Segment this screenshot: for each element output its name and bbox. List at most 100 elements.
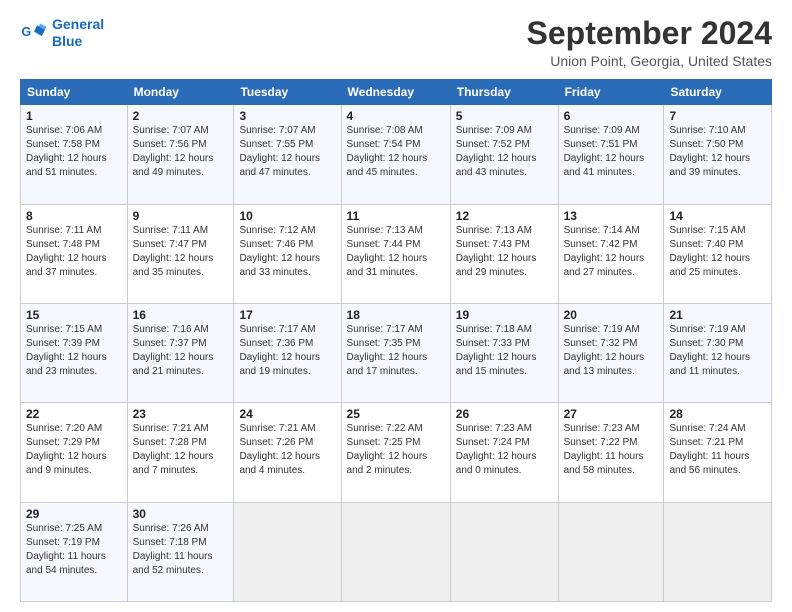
calendar-cell: 13 Sunrise: 7:14 AM Sunset: 7:42 PM Dayl… bbox=[558, 204, 664, 303]
calendar-cell: 8 Sunrise: 7:11 AM Sunset: 7:48 PM Dayli… bbox=[21, 204, 128, 303]
day-number: 28 bbox=[669, 407, 766, 421]
calendar-cell: 18 Sunrise: 7:17 AM Sunset: 7:35 PM Dayl… bbox=[341, 303, 450, 402]
day-number: 21 bbox=[669, 308, 766, 322]
day-number: 5 bbox=[456, 109, 553, 123]
day-info: Sunrise: 7:17 AM Sunset: 7:35 PM Dayligh… bbox=[347, 323, 445, 379]
day-number: 11 bbox=[347, 209, 445, 223]
calendar-cell: 15 Sunrise: 7:15 AM Sunset: 7:39 PM Dayl… bbox=[21, 303, 128, 402]
day-info: Sunrise: 7:20 AM Sunset: 7:29 PM Dayligh… bbox=[26, 422, 122, 478]
day-info: Sunrise: 7:25 AM Sunset: 7:19 PM Dayligh… bbox=[26, 522, 122, 578]
calendar-cell: 16 Sunrise: 7:16 AM Sunset: 7:37 PM Dayl… bbox=[127, 303, 234, 402]
day-info: Sunrise: 7:23 AM Sunset: 7:24 PM Dayligh… bbox=[456, 422, 553, 478]
logo-line2: Blue bbox=[52, 33, 82, 49]
col-friday: Friday bbox=[558, 80, 664, 105]
day-number: 22 bbox=[26, 407, 122, 421]
day-number: 20 bbox=[564, 308, 659, 322]
logo-icon: G bbox=[20, 19, 48, 47]
day-number: 29 bbox=[26, 507, 122, 521]
day-info: Sunrise: 7:21 AM Sunset: 7:26 PM Dayligh… bbox=[239, 422, 335, 478]
col-sunday: Sunday bbox=[21, 80, 128, 105]
calendar-cell: 23 Sunrise: 7:21 AM Sunset: 7:28 PM Dayl… bbox=[127, 403, 234, 502]
week-row-5: 29 Sunrise: 7:25 AM Sunset: 7:19 PM Dayl… bbox=[21, 502, 772, 601]
day-number: 25 bbox=[347, 407, 445, 421]
calendar-cell: 17 Sunrise: 7:17 AM Sunset: 7:36 PM Dayl… bbox=[234, 303, 341, 402]
day-number: 19 bbox=[456, 308, 553, 322]
day-info: Sunrise: 7:23 AM Sunset: 7:22 PM Dayligh… bbox=[564, 422, 659, 478]
day-info: Sunrise: 7:26 AM Sunset: 7:18 PM Dayligh… bbox=[133, 522, 229, 578]
day-info: Sunrise: 7:13 AM Sunset: 7:43 PM Dayligh… bbox=[456, 224, 553, 280]
day-number: 24 bbox=[239, 407, 335, 421]
day-info: Sunrise: 7:15 AM Sunset: 7:39 PM Dayligh… bbox=[26, 323, 122, 379]
calendar-cell bbox=[450, 502, 558, 601]
day-info: Sunrise: 7:24 AM Sunset: 7:21 PM Dayligh… bbox=[669, 422, 766, 478]
calendar-cell: 3 Sunrise: 7:07 AM Sunset: 7:55 PM Dayli… bbox=[234, 105, 341, 204]
calendar-header-row: Sunday Monday Tuesday Wednesday Thursday… bbox=[21, 80, 772, 105]
week-row-3: 15 Sunrise: 7:15 AM Sunset: 7:39 PM Dayl… bbox=[21, 303, 772, 402]
day-info: Sunrise: 7:22 AM Sunset: 7:25 PM Dayligh… bbox=[347, 422, 445, 478]
day-info: Sunrise: 7:08 AM Sunset: 7:54 PM Dayligh… bbox=[347, 124, 445, 180]
svg-text:G: G bbox=[22, 25, 32, 39]
calendar-cell: 30 Sunrise: 7:26 AM Sunset: 7:18 PM Dayl… bbox=[127, 502, 234, 601]
day-number: 14 bbox=[669, 209, 766, 223]
day-number: 4 bbox=[347, 109, 445, 123]
day-number: 17 bbox=[239, 308, 335, 322]
day-info: Sunrise: 7:10 AM Sunset: 7:50 PM Dayligh… bbox=[669, 124, 766, 180]
calendar-cell: 24 Sunrise: 7:21 AM Sunset: 7:26 PM Dayl… bbox=[234, 403, 341, 502]
calendar-cell: 27 Sunrise: 7:23 AM Sunset: 7:22 PM Dayl… bbox=[558, 403, 664, 502]
calendar-cell: 7 Sunrise: 7:10 AM Sunset: 7:50 PM Dayli… bbox=[664, 105, 772, 204]
day-number: 26 bbox=[456, 407, 553, 421]
day-info: Sunrise: 7:13 AM Sunset: 7:44 PM Dayligh… bbox=[347, 224, 445, 280]
calendar-cell: 20 Sunrise: 7:19 AM Sunset: 7:32 PM Dayl… bbox=[558, 303, 664, 402]
calendar-cell: 29 Sunrise: 7:25 AM Sunset: 7:19 PM Dayl… bbox=[21, 502, 128, 601]
calendar-cell: 9 Sunrise: 7:11 AM Sunset: 7:47 PM Dayli… bbox=[127, 204, 234, 303]
week-row-1: 1 Sunrise: 7:06 AM Sunset: 7:58 PM Dayli… bbox=[21, 105, 772, 204]
day-info: Sunrise: 7:19 AM Sunset: 7:32 PM Dayligh… bbox=[564, 323, 659, 379]
day-info: Sunrise: 7:06 AM Sunset: 7:58 PM Dayligh… bbox=[26, 124, 122, 180]
calendar-cell: 22 Sunrise: 7:20 AM Sunset: 7:29 PM Dayl… bbox=[21, 403, 128, 502]
day-number: 10 bbox=[239, 209, 335, 223]
day-info: Sunrise: 7:17 AM Sunset: 7:36 PM Dayligh… bbox=[239, 323, 335, 379]
day-number: 8 bbox=[26, 209, 122, 223]
day-number: 3 bbox=[239, 109, 335, 123]
header: G General Blue September 2024 Union Poin… bbox=[20, 16, 772, 69]
col-wednesday: Wednesday bbox=[341, 80, 450, 105]
calendar-cell: 1 Sunrise: 7:06 AM Sunset: 7:58 PM Dayli… bbox=[21, 105, 128, 204]
calendar-cell bbox=[234, 502, 341, 601]
logo: G General Blue bbox=[20, 16, 104, 50]
day-info: Sunrise: 7:15 AM Sunset: 7:40 PM Dayligh… bbox=[669, 224, 766, 280]
calendar-cell: 12 Sunrise: 7:13 AM Sunset: 7:43 PM Dayl… bbox=[450, 204, 558, 303]
day-info: Sunrise: 7:19 AM Sunset: 7:30 PM Dayligh… bbox=[669, 323, 766, 379]
day-number: 30 bbox=[133, 507, 229, 521]
day-number: 9 bbox=[133, 209, 229, 223]
col-thursday: Thursday bbox=[450, 80, 558, 105]
day-info: Sunrise: 7:16 AM Sunset: 7:37 PM Dayligh… bbox=[133, 323, 229, 379]
calendar-cell bbox=[664, 502, 772, 601]
calendar-cell: 19 Sunrise: 7:18 AM Sunset: 7:33 PM Dayl… bbox=[450, 303, 558, 402]
calendar-cell: 28 Sunrise: 7:24 AM Sunset: 7:21 PM Dayl… bbox=[664, 403, 772, 502]
col-saturday: Saturday bbox=[664, 80, 772, 105]
calendar-cell: 14 Sunrise: 7:15 AM Sunset: 7:40 PM Dayl… bbox=[664, 204, 772, 303]
page: G General Blue September 2024 Union Poin… bbox=[0, 0, 792, 612]
calendar-cell: 2 Sunrise: 7:07 AM Sunset: 7:56 PM Dayli… bbox=[127, 105, 234, 204]
calendar-cell: 26 Sunrise: 7:23 AM Sunset: 7:24 PM Dayl… bbox=[450, 403, 558, 502]
calendar-cell: 21 Sunrise: 7:19 AM Sunset: 7:30 PM Dayl… bbox=[664, 303, 772, 402]
day-info: Sunrise: 7:18 AM Sunset: 7:33 PM Dayligh… bbox=[456, 323, 553, 379]
day-number: 2 bbox=[133, 109, 229, 123]
title-area: September 2024 Union Point, Georgia, Uni… bbox=[527, 16, 772, 69]
day-info: Sunrise: 7:09 AM Sunset: 7:51 PM Dayligh… bbox=[564, 124, 659, 180]
day-info: Sunrise: 7:11 AM Sunset: 7:48 PM Dayligh… bbox=[26, 224, 122, 280]
day-number: 7 bbox=[669, 109, 766, 123]
logo-text: General Blue bbox=[52, 16, 104, 50]
day-number: 6 bbox=[564, 109, 659, 123]
calendar-cell: 11 Sunrise: 7:13 AM Sunset: 7:44 PM Dayl… bbox=[341, 204, 450, 303]
day-number: 12 bbox=[456, 209, 553, 223]
col-monday: Monday bbox=[127, 80, 234, 105]
day-number: 15 bbox=[26, 308, 122, 322]
month-title: September 2024 bbox=[527, 16, 772, 51]
day-info: Sunrise: 7:09 AM Sunset: 7:52 PM Dayligh… bbox=[456, 124, 553, 180]
day-number: 18 bbox=[347, 308, 445, 322]
day-info: Sunrise: 7:11 AM Sunset: 7:47 PM Dayligh… bbox=[133, 224, 229, 280]
day-info: Sunrise: 7:07 AM Sunset: 7:55 PM Dayligh… bbox=[239, 124, 335, 180]
calendar-cell: 10 Sunrise: 7:12 AM Sunset: 7:46 PM Dayl… bbox=[234, 204, 341, 303]
day-number: 27 bbox=[564, 407, 659, 421]
